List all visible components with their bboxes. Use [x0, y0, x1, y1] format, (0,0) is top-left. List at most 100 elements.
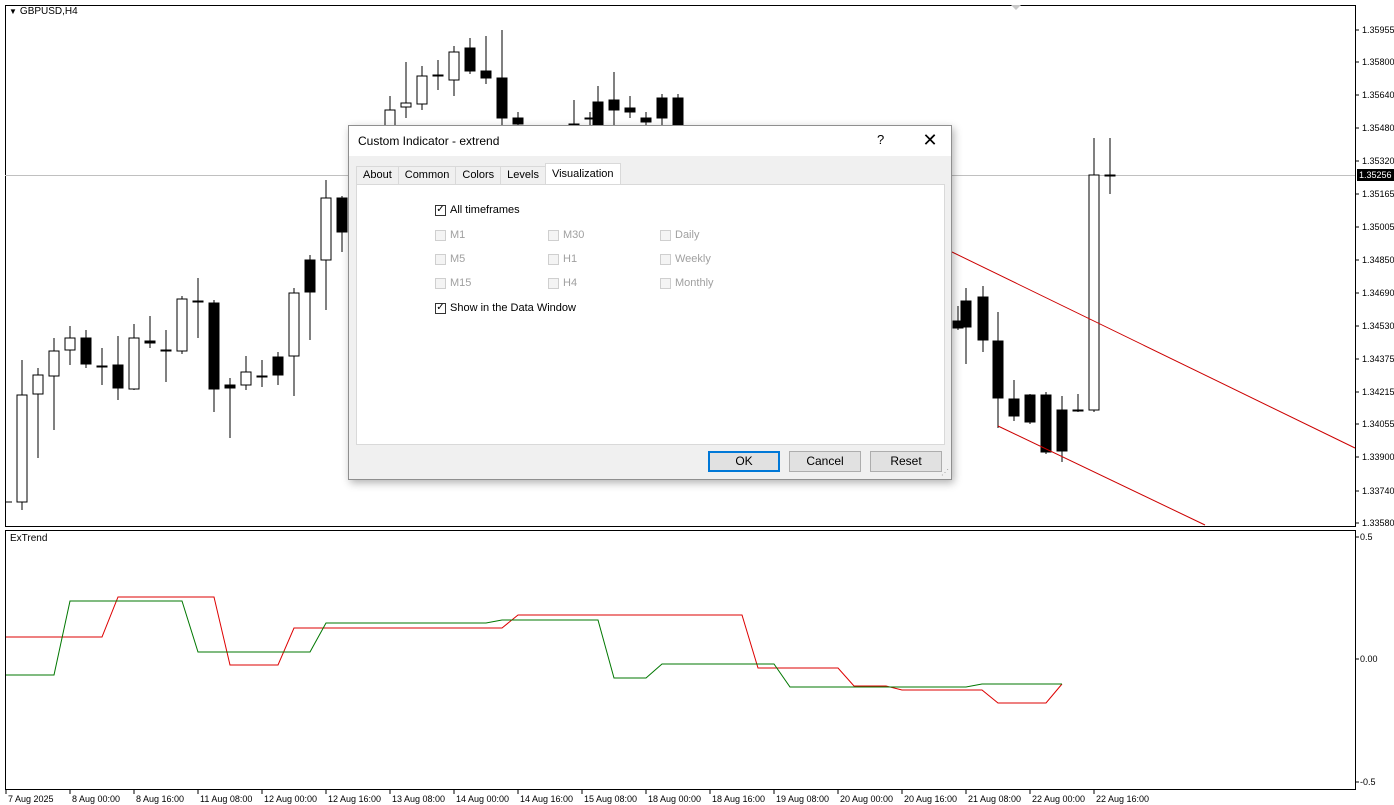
bear-candle — [656, 97, 668, 119]
tab-colors[interactable]: Colors — [455, 166, 502, 184]
checkbox-icon[interactable] — [435, 277, 446, 289]
bear-candle — [672, 97, 684, 127]
price-axis: 1.35955 1.35800 1.35640 1.35480 1.35320 1.351… — [1355, 25, 1394, 528]
tab-bar: About Common Colors Levels Visualization — [356, 163, 621, 184]
bull-candle — [448, 51, 460, 81]
show-data-window-label: Show in the Data Window — [450, 302, 576, 314]
bull-candle — [400, 102, 412, 108]
dialog-title: Custom Indicator - extrend — [358, 134, 500, 148]
bull-candle — [48, 350, 60, 377]
price-tick-label: 1.34850 — [1362, 255, 1394, 265]
price-tick-label: 1.33900 — [1362, 452, 1394, 462]
bear-candle — [96, 365, 108, 368]
time-tick-label: 14 Aug 00:00 — [456, 794, 509, 804]
bear-candle — [272, 356, 284, 376]
price-tick-label: 1.34690 — [1362, 288, 1394, 298]
bull-candle — [32, 374, 44, 395]
help-button[interactable]: ? — [877, 132, 884, 147]
timeframe-m5-checkbox[interactable]: M5 — [435, 253, 465, 265]
timeframe-m15-checkbox[interactable]: M15 — [435, 277, 471, 289]
time-tick-label: 13 Aug 08:00 — [392, 794, 445, 804]
timeframe-weekly-label: Weekly — [675, 253, 711, 265]
bear-candle — [960, 300, 972, 328]
timeframe-m30-checkbox[interactable]: M30 — [548, 229, 584, 241]
ok-button[interactable]: OK — [708, 451, 780, 472]
time-tick-label: 8 Aug 00:00 — [72, 794, 120, 804]
close-icon[interactable]: ✕ — [919, 129, 941, 151]
symbol-label[interactable]: ▼ GBPUSD,H4 — [9, 6, 78, 17]
bull-candle — [160, 349, 172, 352]
time-tick-label: 7 Aug 2025 — [8, 794, 54, 804]
timeframe-h4-label: H4 — [563, 277, 578, 289]
timeframe-m1-checkbox[interactable]: M1 — [435, 229, 465, 241]
timeframe-h4-checkbox[interactable]: H4 — [548, 277, 577, 289]
price-tick-label: 1.35955 — [1362, 25, 1394, 35]
cancel-button[interactable]: Cancel — [789, 451, 861, 472]
timeframe-m5-label: M5 — [450, 253, 466, 265]
bear-candle — [992, 340, 1004, 399]
tab-common[interactable]: Common — [397, 166, 457, 184]
bear-candle — [1072, 409, 1084, 412]
all-timeframes-label: All timeframes — [450, 204, 520, 216]
time-axis: 7 Aug 2025 8 Aug 00:00 8 Aug 16:00 11 Aug 0… — [5, 790, 1149, 804]
price-tick-label: 1.34530 — [1362, 321, 1394, 331]
bull-candle — [320, 197, 332, 261]
time-tick-label: 19 Aug 08:00 — [776, 794, 829, 804]
timeframe-m30-label: M30 — [563, 229, 585, 241]
timeframe-daily-label: Daily — [675, 229, 700, 241]
time-tick-label: 20 Aug 00:00 — [840, 794, 893, 804]
time-tick-label: 11 Aug 08:00 — [200, 794, 252, 804]
indicator-lines — [6, 596, 1063, 704]
price-tick-label: 1.34055 — [1362, 419, 1394, 429]
custom-indicator-dialog[interactable]: Custom Indicator - extrend ? ✕ About Com… — [348, 125, 952, 480]
tab-visualization[interactable]: Visualization — [544, 163, 621, 184]
checkbox-icon[interactable] — [548, 277, 559, 289]
dialog-titlebar[interactable]: Custom Indicator - extrend ? ✕ — [349, 126, 951, 156]
show-data-window-checkbox[interactable]: ✓ Show in the Data Window — [435, 302, 576, 314]
bear-candle — [192, 300, 204, 303]
checkmark-icon[interactable]: ✓ — [435, 302, 446, 314]
price-tick-label: 1.34375 — [1362, 354, 1394, 364]
price-tick-label: 1.35640 — [1362, 90, 1394, 100]
timeframe-monthly-checkbox[interactable]: Monthly — [660, 277, 714, 289]
checkbox-icon[interactable] — [548, 229, 559, 241]
bear-candle — [608, 99, 620, 111]
checkbox-icon[interactable] — [435, 253, 446, 265]
indicator-frame — [5, 530, 1356, 790]
checkbox-icon[interactable] — [660, 253, 671, 265]
trend-channel — [951, 251, 1356, 526]
time-tick-label: 12 Aug 16:00 — [328, 794, 381, 804]
timeframe-h1-checkbox[interactable]: H1 — [548, 253, 577, 265]
channel-lower-line[interactable] — [997, 425, 1206, 526]
indicator-tick-label: -0.5 — [1360, 777, 1376, 787]
checkbox-icon[interactable] — [548, 253, 559, 265]
current-price-label: 1.35256 — [1359, 170, 1392, 180]
time-tick-label: 18 Aug 16:00 — [712, 794, 765, 804]
bear-candle — [336, 197, 348, 233]
timeframe-daily-checkbox[interactable]: Daily — [660, 229, 699, 241]
bear-candle — [1040, 394, 1052, 453]
channel-upper-line[interactable] — [951, 251, 1356, 449]
reset-button[interactable]: Reset — [870, 451, 942, 472]
checkbox-icon[interactable] — [660, 229, 671, 241]
checkmark-icon[interactable]: ✓ — [435, 204, 446, 216]
bear-candle — [1056, 409, 1068, 452]
tab-levels[interactable]: Levels — [500, 166, 546, 184]
price-tick-label: 1.35005 — [1362, 222, 1394, 232]
price-tick-label: 1.35320 — [1362, 156, 1394, 166]
all-timeframes-checkbox[interactable]: ✓ All timeframes — [435, 204, 520, 216]
tab-about[interactable]: About — [356, 166, 399, 184]
checkbox-icon[interactable] — [435, 229, 446, 241]
checkbox-icon[interactable] — [660, 277, 671, 289]
time-tick-label: 18 Aug 00:00 — [648, 794, 701, 804]
bear-candle — [977, 296, 989, 341]
timeframe-h1-label: H1 — [563, 253, 578, 265]
triangle-down-icon[interactable]: ▼ — [9, 7, 17, 16]
timeframe-weekly-checkbox[interactable]: Weekly — [660, 253, 711, 265]
bear-candle — [304, 259, 316, 293]
bear-candle — [1008, 398, 1020, 417]
resize-grip-icon[interactable]: ⋰ — [941, 468, 949, 477]
bear-candle — [464, 47, 476, 72]
time-tick-label: 14 Aug 16:00 — [520, 794, 573, 804]
bull-candle — [288, 292, 300, 357]
